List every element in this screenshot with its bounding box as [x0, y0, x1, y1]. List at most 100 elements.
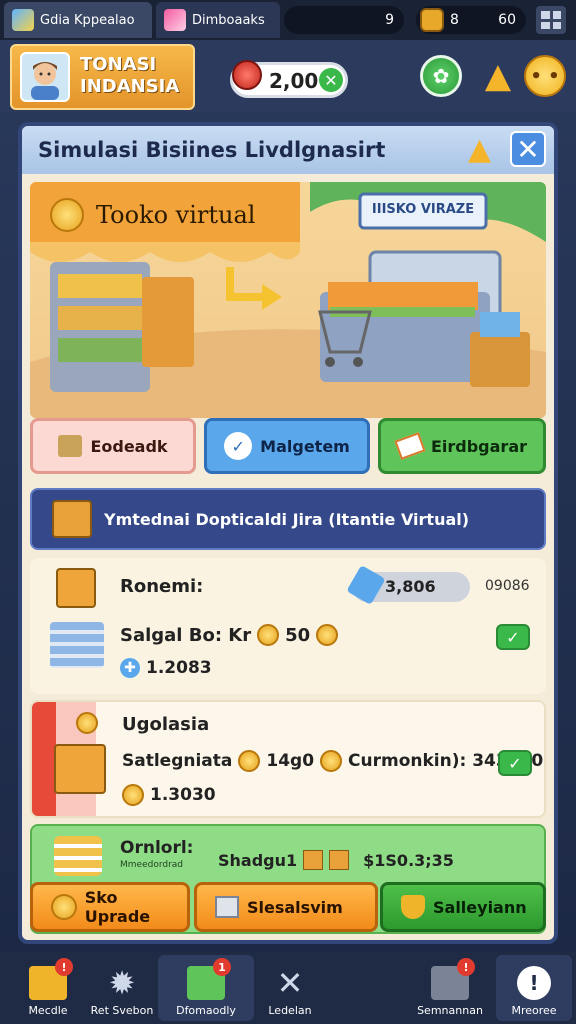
nav-more[interactable]: ! Mreoree	[496, 955, 572, 1021]
nav-label: Dfomaodly	[176, 1004, 236, 1017]
app-icon	[12, 9, 34, 31]
smiley-button[interactable]: • •	[524, 55, 566, 97]
smiley-icon: • •	[530, 65, 560, 87]
box-icon	[215, 896, 239, 918]
card-title: Ronemi:	[120, 576, 204, 597]
nav-inventory[interactable]: 1 Dfomaodly	[158, 955, 254, 1021]
card-title: Ornlorl:	[120, 838, 194, 858]
gift-box-icon	[52, 500, 92, 538]
clover-icon: ✿	[432, 64, 450, 88]
nav-label: Semnannan	[417, 1004, 483, 1017]
confirm-check-button[interactable]: ✓	[496, 624, 530, 650]
gear-icon: ✚	[120, 658, 140, 678]
player-name: TONASI INDANSIA	[80, 54, 180, 97]
coins-label: 8	[450, 12, 459, 28]
coin-stack-icon	[54, 836, 102, 876]
swords-icon: ✕	[276, 964, 304, 1002]
coin-icon	[50, 198, 84, 232]
tab-label: Dimboaaks	[192, 12, 265, 28]
store-sign-left: Tooko virtual	[50, 198, 255, 232]
action-button-label: Eirdbgarar	[430, 436, 528, 456]
coin-icon	[51, 894, 77, 920]
coin-icon	[238, 750, 261, 772]
action-button-3[interactable]: Eirdbgarar	[378, 418, 546, 474]
button-label: Slesalsvim	[247, 897, 343, 917]
gems-value: 60	[498, 12, 516, 28]
status-value: 9	[385, 12, 394, 28]
upgrade-button[interactable]: Sko Uprade	[30, 882, 190, 932]
trophy-small-icon: ▲	[468, 132, 492, 167]
currency-value: 2,00	[269, 69, 319, 93]
card-line3: 1.3030	[122, 784, 216, 806]
tab-app-2[interactable]: Dimboaaks	[156, 2, 280, 38]
card-line3: ✚ 1.2083	[120, 658, 212, 678]
store-sign-right: IIISKO VIRAZE	[371, 202, 475, 217]
card-title: Ugolasia	[122, 714, 210, 735]
coin-bag-icon	[420, 8, 444, 32]
note-icon	[394, 432, 426, 460]
sell-button[interactable]: Slesalsvim	[194, 882, 378, 932]
action-button-1[interactable]: Eodeadk	[30, 418, 196, 474]
gift-box-icon	[54, 744, 106, 794]
register-icon: !	[431, 958, 475, 1000]
nav-settings[interactable]: ✹ Ret Svebon	[74, 955, 170, 1021]
tab-app-1[interactable]: Gdia Kppealao	[4, 2, 152, 38]
store-sign-label: Tooko virtual	[96, 201, 256, 229]
button-label: Salleyiann	[433, 897, 527, 917]
mail-icon: !	[29, 958, 73, 1000]
gear-icon: ✹	[108, 964, 136, 1002]
add-currency-icon[interactable]: ✕	[319, 68, 343, 92]
panel-title: Simulasi Bisiines Livdlgnasirt	[38, 138, 386, 162]
social-button[interactable]: ✿	[420, 55, 462, 97]
trophy-icon[interactable]: ▲	[478, 56, 518, 96]
box-icon	[329, 850, 350, 870]
banner-label: Ymtednai Dopticaldi Jira (Itantie Virtua…	[104, 509, 470, 529]
close-icon: ✕	[516, 132, 540, 166]
nav-label: Mreoree	[511, 1004, 557, 1017]
tab-label: Gdia Kppealao	[40, 12, 135, 28]
card-line2: Salgal Bo: Kr 50	[120, 624, 339, 646]
check-circle-icon: ✓	[224, 432, 253, 460]
button-label: Sko Uprade	[84, 888, 151, 926]
coins-pill[interactable]: 8 60	[416, 6, 526, 34]
nav-label: Ret Svebon	[90, 1004, 154, 1017]
sale-button[interactable]: Salleyiann	[380, 882, 546, 932]
gift-box-icon: 1	[187, 958, 231, 1000]
coin-icon	[316, 624, 339, 646]
card-line2: Satlegniata 14g0 Curmonkin): 343040	[122, 750, 544, 772]
nav-leaderboard[interactable]: ✕ Ledelan	[242, 955, 338, 1021]
close-button[interactable]: ✕	[510, 131, 546, 167]
nav-shop[interactable]: ! Semnannan	[402, 955, 498, 1021]
app-icon	[164, 9, 186, 31]
coin-icon	[122, 784, 144, 806]
stack-icon	[50, 622, 104, 668]
nav-label: Ledelan	[268, 1004, 312, 1017]
avatar	[20, 52, 70, 102]
progress-value: 3,806	[385, 577, 436, 596]
player-profile[interactable]: TONASI INDANSIA	[10, 44, 195, 110]
grid-menu-icon[interactable]	[536, 6, 566, 34]
action-button-label: Malgetem	[260, 436, 350, 456]
action-button-2[interactable]: ✓ Malgetem	[204, 418, 370, 474]
ruby-icon	[232, 60, 262, 90]
card-subtitle: Mmeedordrad	[120, 860, 184, 870]
coin-icon	[320, 750, 343, 772]
boxes-icon	[58, 435, 83, 457]
card-value-row: Shadgu1 $1S0.3;35	[218, 850, 454, 870]
info-banner[interactable]: Ymtednai Dopticaldi Jira (Itantie Virtua…	[30, 488, 546, 550]
box-icon	[56, 568, 96, 608]
coin-icon	[257, 624, 280, 646]
stat-card-2: Ugolasia Satlegniata 14g0 Curmonkin): 34…	[30, 700, 546, 818]
shield-icon	[401, 895, 425, 919]
box-icon	[303, 850, 324, 870]
nav-label: Mecdle	[28, 1004, 68, 1017]
card-right-value: 09086	[485, 578, 530, 594]
action-button-label: Eodeadk	[90, 436, 168, 456]
alert-stripe	[32, 702, 56, 816]
status-pill-left: 9	[284, 6, 404, 34]
info-icon: !	[517, 966, 551, 1000]
coin-icon	[76, 712, 98, 734]
stat-card-1: Ronemi: 3,806 09086 Salgal Bo: Kr 50 ✓ ✚…	[30, 558, 546, 694]
confirm-check-button[interactable]: ✓	[498, 750, 532, 776]
store-illustration: Tooko virtual IIISKO VIRAZE	[30, 182, 546, 418]
